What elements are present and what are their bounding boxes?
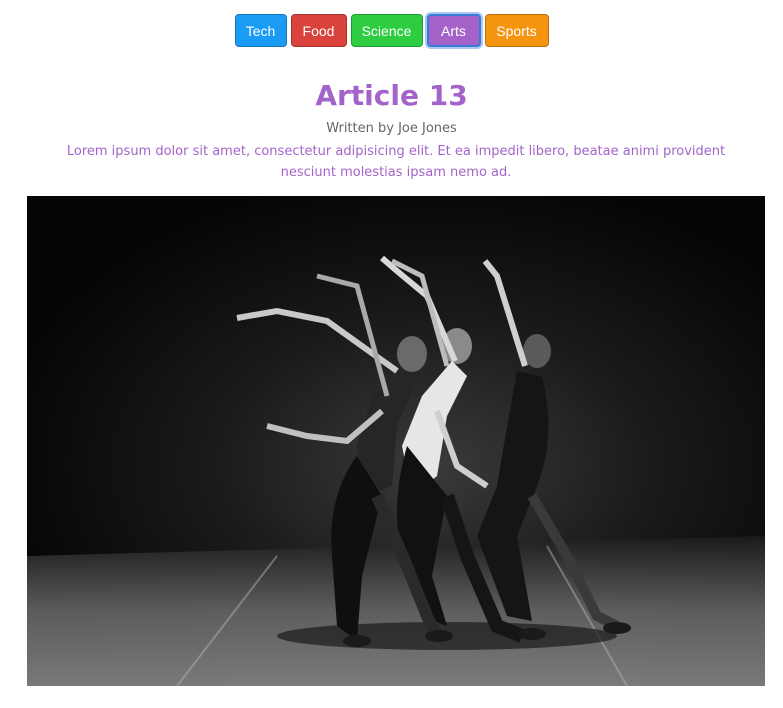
tab-tech[interactable]: Tech: [234, 14, 287, 47]
tab-food[interactable]: Food: [290, 14, 347, 47]
category-nav: Tech Food Science Arts Sports: [0, 14, 783, 47]
article-body: Lorem ipsum dolor sit amet, consectetur …: [66, 144, 726, 180]
tab-sports[interactable]: Sports: [484, 14, 549, 47]
tab-science[interactable]: Science: [350, 14, 423, 47]
article-byline: Written by Joe Jones: [326, 121, 457, 136]
tab-arts[interactable]: Arts: [426, 14, 481, 47]
article-image: [27, 196, 765, 686]
dancers-photo-icon: [27, 196, 765, 686]
article-title: Article 13: [315, 79, 468, 112]
